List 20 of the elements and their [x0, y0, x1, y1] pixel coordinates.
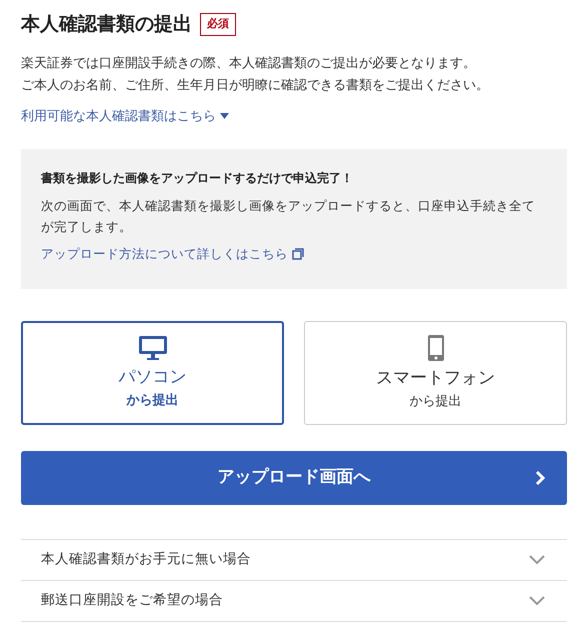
- chevron-down-icon: [529, 596, 545, 606]
- submission-method-card[interactable]: スマートフォン から提出: [304, 320, 567, 424]
- chevron-right-icon: [535, 470, 545, 486]
- submission-method-card[interactable]: パソコン から提出: [21, 320, 284, 424]
- upload-help-link[interactable]: アップロード方法について詳しくはこちら: [41, 244, 304, 264]
- chevron-down-icon: [529, 554, 545, 564]
- info-heading: 書類を撮影した画像をアップロードするだけで申込完了！: [41, 170, 354, 186]
- intro-text: 楽天証券では口座開設手続きの際、本人確認書類のご提出が必要となります。: [21, 54, 477, 72]
- caret-down-icon: [220, 113, 229, 120]
- documents-link[interactable]: 利用可能な本人確認書類はこちら: [21, 106, 229, 126]
- monitor-icon: [138, 335, 168, 361]
- external-window-icon: [292, 248, 304, 260]
- upload-screen-button[interactable]: アップロード画面へ: [21, 450, 567, 504]
- smartphone-icon: [426, 334, 444, 362]
- accordion-header[interactable]: 郵送口座開設をご希望の場合: [21, 580, 567, 622]
- page-title: 本人確認書類の提出: [21, 12, 192, 37]
- accordion-header[interactable]: 本人確認書類がお手元に無い場合: [21, 540, 567, 580]
- intro-text: ご本人のお名前、ご住所、生年月日が明瞭に確認できる書類をご提出ください。: [21, 76, 490, 94]
- info-text: 次の画面で、本人確認書類を撮影し画像をアップロードすると、口座申込手続き全てが完了します。: [41, 196, 536, 236]
- required-badge: 必須: [200, 13, 236, 36]
